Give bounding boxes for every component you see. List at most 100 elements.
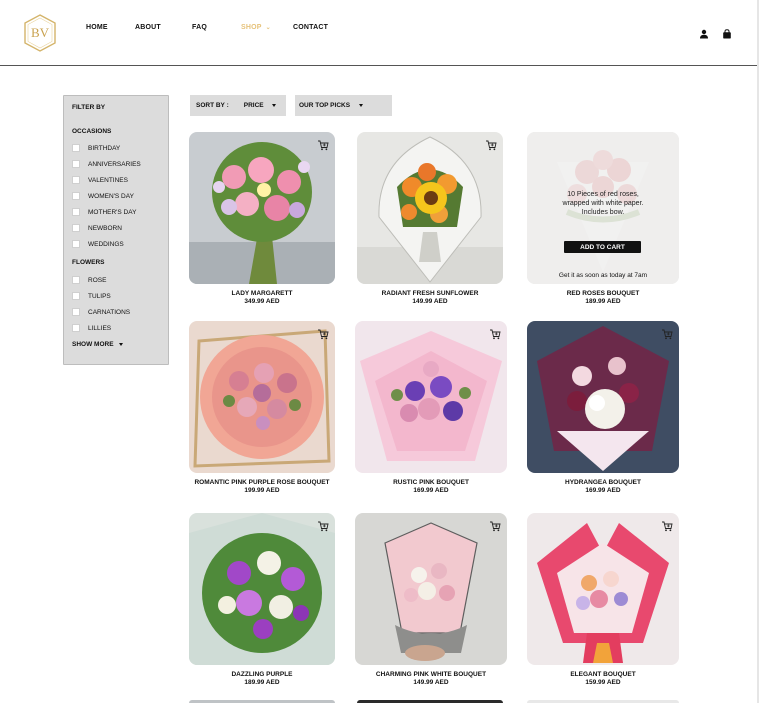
product-price: 199.99 AED bbox=[244, 487, 280, 494]
nav-faq[interactable]: FAQ bbox=[192, 24, 207, 31]
product-image[interactable] bbox=[527, 321, 679, 473]
show-more-label: SHOW MORE bbox=[72, 341, 114, 348]
checkbox[interactable] bbox=[72, 192, 80, 200]
brand-logo[interactable]: BV bbox=[24, 14, 56, 52]
product-image[interactable] bbox=[355, 321, 507, 473]
filter-label: MOTHER'S DAY bbox=[88, 208, 137, 216]
filter-flower-carnations[interactable]: CARNATIONS bbox=[72, 307, 130, 317]
checkbox[interactable] bbox=[72, 324, 80, 332]
sort-price-value: PRICE bbox=[243, 102, 264, 109]
product-card[interactable]: HYDRANGEA BOUQUET 169.99 AED bbox=[527, 321, 679, 495]
product-name[interactable]: ELEGANT BOUQUET bbox=[527, 671, 679, 679]
product-name[interactable]: RADIANT FRESH SUNFLOWER bbox=[357, 290, 503, 298]
add-to-cart-icon[interactable] bbox=[317, 520, 329, 532]
filter-label: WEDDINGS bbox=[88, 240, 124, 248]
filter-occasion-newborn[interactable]: NEWBORN bbox=[72, 223, 122, 233]
filter-occasion-mothers-day[interactable]: MOTHER'S DAY bbox=[72, 207, 136, 217]
checkbox[interactable] bbox=[72, 176, 80, 184]
filter-occasion-birthday[interactable]: BIRTHDAY bbox=[72, 143, 120, 153]
checkbox[interactable] bbox=[72, 276, 80, 284]
product-image[interactable] bbox=[189, 513, 335, 665]
add-to-cart-icon[interactable] bbox=[661, 328, 673, 340]
filter-flower-tulips[interactable]: TULIPS bbox=[72, 291, 111, 301]
filter-label: NEWBORN bbox=[88, 224, 122, 232]
checkbox[interactable] bbox=[72, 208, 80, 216]
filter-occasion-anniversaries[interactable]: ANNIVERSARIES bbox=[72, 159, 141, 169]
product-image[interactable] bbox=[189, 132, 335, 284]
product-card[interactable]: CHARMING PINK WHITE BOUQUET 149.99 AED bbox=[355, 513, 507, 687]
product-name[interactable]: ROMANTIC PINK PURPLE ROSE BOUQUET bbox=[189, 479, 335, 487]
filter-panel: FILTER BY OCCASIONS BIRTHDAY ANNIVERSARI… bbox=[63, 95, 169, 365]
product-price: 189.99 AED bbox=[585, 298, 621, 305]
nav-shop[interactable]: SHOP ⌄ bbox=[241, 24, 271, 31]
checkbox[interactable] bbox=[72, 240, 80, 248]
add-to-cart-icon[interactable] bbox=[317, 328, 329, 340]
filter-label: CARNATIONS bbox=[88, 308, 131, 316]
filter-label: ANNIVERSARIES bbox=[88, 160, 141, 168]
checkbox[interactable] bbox=[72, 308, 80, 316]
filter-label: WOMEN'S DAY bbox=[88, 192, 134, 200]
user-icon[interactable] bbox=[699, 29, 709, 39]
filter-occasion-weddings[interactable]: WEDDINGS bbox=[72, 239, 124, 249]
product-name[interactable]: DAZZLING PURPLE bbox=[189, 671, 335, 679]
delivery-note: Get it as soon as today at 7am bbox=[558, 272, 648, 279]
caret-down-icon bbox=[118, 343, 123, 346]
nav-home[interactable]: HOME bbox=[86, 24, 108, 31]
shopping-bag-icon[interactable] bbox=[722, 29, 732, 39]
svg-text:BV: BV bbox=[31, 25, 50, 40]
add-to-cart-icon[interactable] bbox=[489, 520, 501, 532]
product-card[interactable]: ELEGANT BOUQUET 159.99 AED bbox=[527, 513, 679, 687]
nav-contact[interactable]: CONTACT bbox=[293, 24, 328, 31]
checkbox[interactable] bbox=[72, 160, 80, 168]
product-card[interactable]: LADY MARGARETT 349.99 AED bbox=[189, 132, 335, 306]
filter-label: ROSE bbox=[88, 276, 107, 284]
product-image[interactable] bbox=[527, 513, 679, 665]
product-name[interactable]: CHARMING PINK WHITE BOUQUET bbox=[355, 671, 507, 679]
product-image[interactable] bbox=[189, 321, 335, 473]
product-price: 169.99 AED bbox=[585, 487, 621, 494]
product-card-hovered[interactable]: 10 Pieces of red roses, wrapped with whi… bbox=[527, 132, 679, 306]
product-card[interactable]: DAZZLING PURPLE 189.99 AED bbox=[189, 513, 335, 687]
filter-label: VALENTINES bbox=[88, 176, 128, 184]
add-to-cart-icon[interactable] bbox=[489, 328, 501, 340]
add-to-cart-icon[interactable] bbox=[317, 139, 329, 151]
product-price: 149.99 AED bbox=[412, 298, 448, 305]
product-name[interactable]: LADY MARGARETT bbox=[189, 290, 335, 298]
filter-flower-rose[interactable]: ROSE bbox=[72, 275, 106, 285]
top-picks-dropdown[interactable]: OUR TOP PICKS bbox=[295, 95, 392, 116]
product-name[interactable]: RUSTIC PINK BOUQUET bbox=[355, 479, 507, 487]
caret-down-icon bbox=[271, 104, 276, 107]
nav-shop-label: SHOP bbox=[241, 24, 262, 31]
product-image[interactable] bbox=[355, 513, 507, 665]
product-price: 149.99 AED bbox=[413, 679, 449, 686]
filter-flower-lillies[interactable]: LILLIES bbox=[72, 323, 111, 333]
sort-by-price-dropdown[interactable]: SORT BY : PRICE bbox=[190, 95, 286, 116]
site-header: BV HOME ABOUT FAQ SHOP ⌄ CONTACT bbox=[0, 0, 757, 66]
product-image[interactable] bbox=[357, 132, 503, 284]
checkbox[interactable] bbox=[72, 224, 80, 232]
checkbox[interactable] bbox=[72, 144, 80, 152]
checkbox[interactable] bbox=[72, 292, 80, 300]
product-card[interactable]: RUSTIC PINK BOUQUET 169.99 AED bbox=[355, 321, 507, 495]
filter-occasion-valentines[interactable]: VALENTINES bbox=[72, 175, 128, 185]
top-picks-label: OUR TOP PICKS bbox=[299, 102, 351, 109]
product-description: 10 Pieces of red roses, wrapped with whi… bbox=[562, 191, 644, 216]
nav-about[interactable]: ABOUT bbox=[135, 24, 161, 31]
chevron-down-icon: ⌄ bbox=[265, 25, 271, 31]
product-price: 349.99 AED bbox=[244, 298, 280, 305]
product-price: 169.99 AED bbox=[413, 487, 449, 494]
show-more-button[interactable]: SHOW MORE bbox=[72, 341, 123, 348]
add-to-cart-icon[interactable] bbox=[485, 139, 497, 151]
filter-label: LILLIES bbox=[88, 324, 112, 332]
add-to-cart-button[interactable]: ADD TO CART bbox=[564, 241, 641, 253]
filter-occasion-womens-day[interactable]: WOMEN'S DAY bbox=[72, 191, 134, 201]
caret-down-icon bbox=[359, 104, 364, 107]
product-name[interactable]: RED ROSES BOUQUET bbox=[527, 290, 679, 298]
filter-label: TULIPS bbox=[88, 292, 111, 300]
product-card[interactable]: ROMANTIC PINK PURPLE ROSE BOUQUET 199.99… bbox=[189, 321, 335, 495]
product-card[interactable]: RADIANT FRESH SUNFLOWER 149.99 AED bbox=[357, 132, 503, 306]
product-image[interactable]: 10 Pieces of red roses, wrapped with whi… bbox=[527, 132, 679, 284]
product-name[interactable]: HYDRANGEA BOUQUET bbox=[527, 479, 679, 487]
occasions-heading: OCCASIONS bbox=[72, 128, 112, 135]
add-to-cart-icon[interactable] bbox=[661, 520, 673, 532]
